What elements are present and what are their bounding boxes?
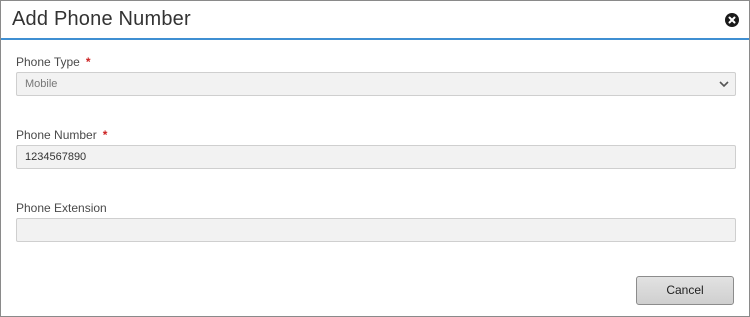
phone-extension-label-text: Phone Extension <box>16 201 107 215</box>
dialog-header: Add Phone Number <box>1 1 749 40</box>
close-icon <box>728 16 736 24</box>
dialog-title: Add Phone Number <box>12 8 191 30</box>
phone-type-label: Phone Type * <box>16 55 91 69</box>
required-marker: * <box>102 128 108 142</box>
phone-type-label-text: Phone Type <box>16 55 80 69</box>
phone-extension-input[interactable] <box>16 218 736 242</box>
close-button[interactable] <box>725 13 739 27</box>
phone-extension-label: Phone Extension <box>16 201 107 215</box>
phone-type-selected-value: Mobile <box>25 78 58 90</box>
required-marker: * <box>85 55 91 69</box>
phone-number-input[interactable]: 1234567890 <box>16 145 736 169</box>
phone-number-label-text: Phone Number <box>16 128 97 142</box>
phone-number-label: Phone Number * <box>16 128 107 142</box>
cancel-button[interactable]: Cancel <box>636 276 734 305</box>
chevron-down-icon <box>719 81 729 88</box>
phone-number-value: 1234567890 <box>25 151 87 163</box>
add-phone-dialog: Add Phone Number Phone Type * Mobile Phon… <box>0 0 750 317</box>
phone-type-select[interactable]: Mobile <box>16 72 736 96</box>
